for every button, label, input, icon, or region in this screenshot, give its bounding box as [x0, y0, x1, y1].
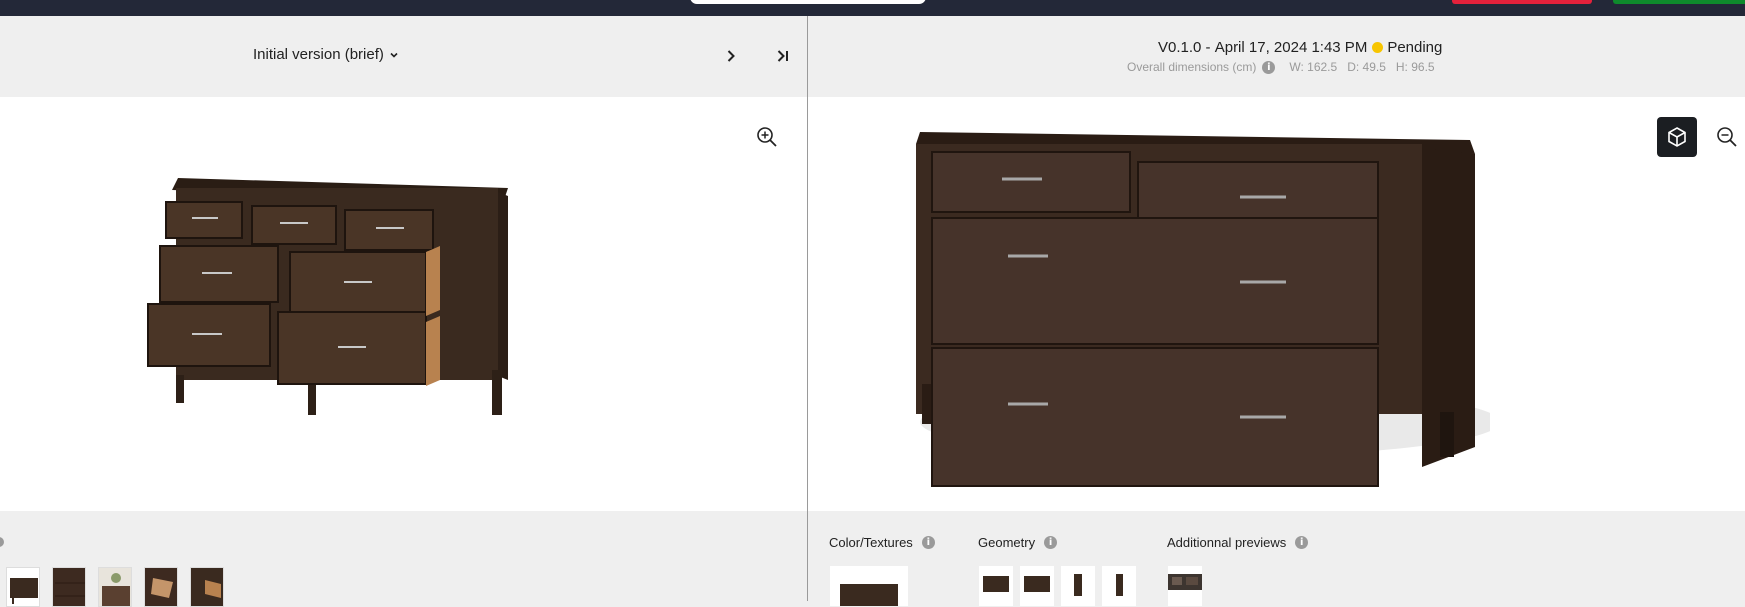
- left-panel-header: [0, 16, 807, 97]
- 3d-cube-icon: [1668, 127, 1686, 147]
- dimensions-label: Overall dimensions (cm): [1127, 60, 1257, 74]
- info-icon[interactable]: i: [1295, 536, 1309, 549]
- thumbnail-dresser-styled[interactable]: [98, 567, 132, 607]
- section-color-textures-label: Color/Textures: [829, 535, 913, 550]
- reference-dresser-image: [147, 178, 508, 415]
- version-selector-label: Initial version (brief): [253, 46, 384, 63]
- zoom-in-icon[interactable]: [756, 126, 778, 148]
- section-geometry: Geometry i: [978, 535, 1058, 550]
- dimension-width: W: 162.5: [1289, 60, 1338, 74]
- chevron-right-icon[interactable]: [722, 47, 740, 65]
- model-preview-view[interactable]: [808, 97, 1745, 511]
- status-badge: Pending: [1387, 39, 1443, 56]
- version-info: V0.1.0 - April 17, 2024 1:43 PM Pending: [1158, 39, 1442, 56]
- status-dot: [1372, 42, 1384, 53]
- overall-dimensions: Overall dimensions (cm) i W: 162.5 D: 49…: [1127, 60, 1445, 74]
- geometry-thumbnail-side[interactable]: [1061, 566, 1095, 606]
- version-selector[interactable]: Initial version (brief): [253, 46, 399, 63]
- zoom-out-icon[interactable]: [1716, 126, 1738, 148]
- chevron-down-icon: [390, 52, 398, 58]
- right-panel-header: [808, 16, 1745, 97]
- geometry-thumbnail-back[interactable]: [1102, 566, 1136, 606]
- skip-to-last-icon[interactable]: [774, 47, 792, 65]
- dimension-height: H: 96.5: [1395, 60, 1435, 74]
- texture-thumbnail[interactable]: [830, 566, 908, 606]
- info-icon[interactable]: i: [921, 536, 935, 549]
- section-color-textures: Color/Textures i: [829, 535, 935, 550]
- info-icon[interactable]: i: [1262, 60, 1276, 74]
- geometry-thumbnail-front[interactable]: [979, 566, 1013, 606]
- reject-button[interactable]: [1452, 0, 1592, 4]
- version-separator: -: [1205, 39, 1211, 56]
- version-number: V0.1.0: [1158, 39, 1202, 56]
- search-input[interactable]: [690, 0, 926, 4]
- section-additional-previews-label: Additionnal previews: [1167, 535, 1287, 550]
- thumbnail-drawer-detail[interactable]: [190, 567, 224, 607]
- thumbnail-dresser-front[interactable]: [6, 567, 40, 607]
- approve-button[interactable]: [1613, 0, 1745, 4]
- 3d-view-button[interactable]: [1657, 117, 1697, 157]
- thumbnail-dresser-closed[interactable]: [52, 567, 86, 607]
- dimension-depth: D: 49.5: [1347, 60, 1386, 74]
- info-icon[interactable]: i: [1044, 536, 1058, 549]
- geometry-thumbnail-angle[interactable]: [1020, 566, 1054, 606]
- section-additional-previews: Additionnal previews i: [1167, 535, 1309, 550]
- thumbnail-drawer-interior[interactable]: [144, 567, 178, 607]
- version-date: April 17, 2024 1:43 PM: [1214, 39, 1368, 56]
- model-assets-strip: [808, 511, 1745, 601]
- additional-preview-thumbnail[interactable]: [1168, 566, 1202, 606]
- section-geometry-label: Geometry: [978, 535, 1036, 550]
- model-dresser-image: [916, 132, 1490, 487]
